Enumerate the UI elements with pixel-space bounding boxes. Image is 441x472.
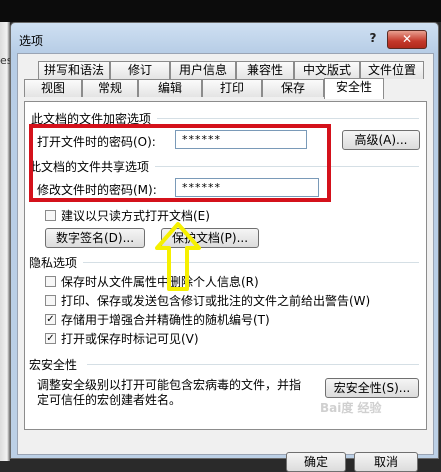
privacy-label-warn: 打印、保存或发送包含修订或批注的文件之前给出警告(W) [61,294,371,308]
title-bar: 选项 ? ✕ [11,23,438,53]
privacy-separator [83,262,419,263]
privacy-label-markup-visible: 打开或保存时标记可见(V) [61,332,199,346]
tab-user-info[interactable]: 用户信息 [170,61,236,79]
tab-view[interactable]: 视图 [24,79,82,97]
close-button[interactable]: ✕ [387,30,427,49]
tab-spelling[interactable]: 拼写和语法 [38,61,110,79]
dialog-client: 拼写和语法 修订 用户信息 兼容性 中文版式 文件位置 视图 常规 编辑 打印 … [17,53,434,472]
macro-header: 宏安全性 [29,358,78,372]
readonly-checkbox[interactable] [45,210,56,221]
tab-file-locations[interactable]: 文件位置 [360,61,424,79]
privacy-header: 隐私选项 [29,256,78,270]
up-arrow-icon [155,222,201,291]
privacy-checkbox-remove-info[interactable] [45,276,56,287]
cancel-button[interactable]: 取消 [354,452,418,472]
macro-security-button[interactable]: 宏安全性(S)... [325,378,419,398]
options-dialog: 选项 ? ✕ 拼写和语法 修订 用户信息 兼容性 中文版式 文件位置 视图 常规… [10,22,439,472]
macro-separator [87,364,419,365]
advanced-button[interactable]: 高级(A)... [342,130,420,150]
privacy-label-random-number: 存储用于增强合并精确性的随机编号(T) [61,313,270,327]
digital-signature-button[interactable]: 数字签名(D)... [45,228,145,248]
highlight-box [29,124,331,202]
privacy-checkbox-markup-visible[interactable]: ✓ [45,333,56,344]
privacy-checkbox-random-number[interactable]: ✓ [45,314,56,325]
privacy-checkbox-warn[interactable] [45,295,56,306]
desktop-top [0,0,441,22]
tab-revisions[interactable]: 修订 [110,61,170,79]
tab-security[interactable]: 安全性 [324,78,384,99]
encrypt-separator [157,118,419,119]
window-title: 选项 [19,34,44,48]
tab-compatibility[interactable]: 兼容性 [236,61,294,79]
desktop-left-edge: es [0,22,13,461]
tab-edit[interactable]: 编辑 [138,79,202,97]
watermark: Bai度 经验 [320,401,382,415]
tab-save[interactable]: 保存 [262,79,324,97]
ok-button[interactable]: 确定 [286,452,346,472]
help-button[interactable]: ? [363,30,383,46]
tab-print[interactable]: 打印 [202,79,262,97]
tab-general[interactable]: 常规 [82,79,138,97]
tab-asian-typography[interactable]: 中文版式 [294,61,360,79]
macro-description-line2: 定可信任的宏创建者姓名。 [37,393,182,407]
security-panel: 此文档的文件加密选项 打开文件时的密码(O): ****** 高级(A)... … [24,101,427,430]
